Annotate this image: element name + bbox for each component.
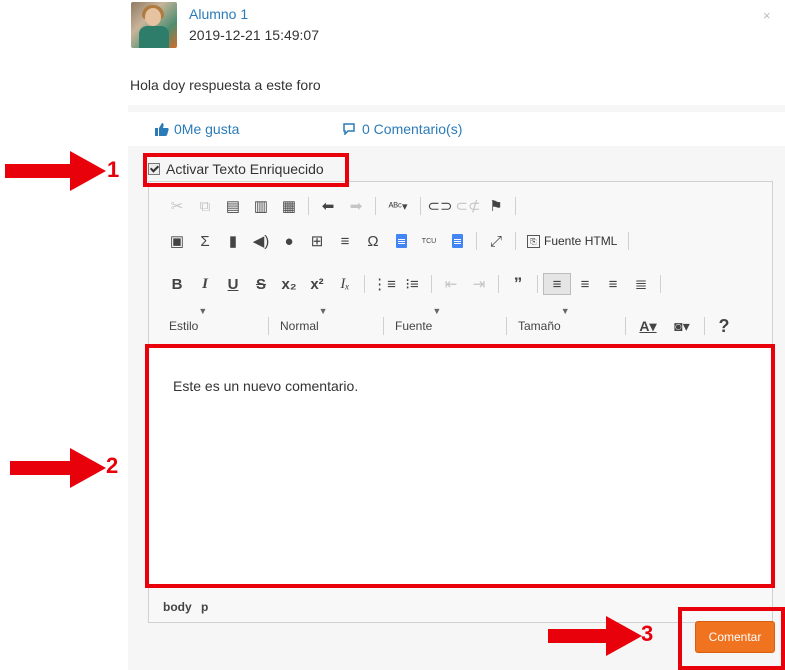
background-color-icon[interactable]: ◙▾: [665, 315, 699, 337]
math-sigma-icon[interactable]: Σ: [191, 230, 219, 252]
paste-word-icon[interactable]: ▦: [275, 195, 303, 217]
spellcheck-icon[interactable]: ᴬᴮᶜ▾: [381, 195, 415, 217]
annotation-number-2: 2: [106, 453, 119, 478]
tcu-icon[interactable]: TCU: [415, 230, 443, 252]
arrow-3-icon: [548, 616, 642, 656]
copy-icon[interactable]: ⧉: [191, 195, 219, 217]
align-right-icon[interactable]: ≡: [599, 273, 627, 295]
outdent-icon[interactable]: ⇤: [437, 273, 465, 295]
toolbar-row-combos: Estilo ▼ Normal ▼ Fuente ▼ Tamaño ▼ A▾ ◙▾ ?: [163, 306, 738, 337]
annotation-box-1: [143, 153, 349, 187]
audio-icon[interactable]: ◀): [247, 230, 275, 252]
comments-label: 0 Comentario(s): [362, 121, 463, 137]
author-name[interactable]: Alumno 1: [189, 6, 248, 22]
font-label: Fuente: [395, 319, 433, 333]
chevron-down-icon: ▼: [432, 306, 442, 316]
format-label: Normal: [280, 319, 319, 333]
like-button[interactable]: 0Me gusta: [155, 121, 239, 137]
indent-icon[interactable]: ⇥: [465, 273, 493, 295]
annotation-box-2: [145, 344, 775, 588]
paste-text-icon[interactable]: ▥: [247, 195, 275, 217]
toolbar-row-clipboard: ✂ ⧉ ▤ ▥ ▦ ⬅ ➡ ᴬᴮᶜ▾ ⊂⊃ ⊂⊄ ⚑: [163, 195, 521, 217]
superscript-icon[interactable]: x²: [303, 273, 331, 295]
anchor-flag-icon[interactable]: ⚑: [482, 195, 510, 217]
chevron-down-icon: ▼: [198, 306, 208, 316]
strikethrough-icon[interactable]: S: [247, 273, 275, 295]
format-dropdown[interactable]: Normal ▼: [274, 306, 378, 346]
like-label: 0Me gusta: [174, 121, 240, 137]
post-date: 2019-12-21 15:49:07: [189, 27, 319, 43]
table-icon[interactable]: ⊞: [303, 230, 331, 252]
thumbs-up-icon: [155, 123, 169, 136]
size-label: Tamaño: [518, 319, 561, 333]
annotation-number-1: 1: [107, 157, 120, 182]
align-left-icon[interactable]: ≡: [543, 273, 571, 295]
help-icon[interactable]: ?: [710, 315, 738, 337]
close-icon[interactable]: ×: [763, 8, 771, 23]
special-char-omega-icon[interactable]: Ω: [359, 230, 387, 252]
source-html-button[interactable]: ⎘ Fuente HTML: [521, 234, 623, 248]
style-label: Estilo: [169, 319, 199, 333]
annotation-box-3: [678, 607, 785, 670]
arrow-1-icon: [5, 151, 106, 191]
text-color-icon[interactable]: A▾: [631, 315, 665, 337]
chevron-down-icon: ▼: [318, 306, 328, 316]
redo-icon[interactable]: ➡: [342, 195, 370, 217]
element-path: body p: [163, 600, 209, 614]
numbered-list-icon[interactable]: ⋮≡: [370, 273, 398, 295]
video-icon[interactable]: ▮: [219, 230, 247, 252]
maximize-icon[interactable]: ⤢: [482, 230, 510, 252]
comments-link[interactable]: 0 Comentario(s): [343, 121, 462, 137]
remove-format-icon[interactable]: Iₓ: [331, 273, 359, 295]
align-justify-icon[interactable]: ≣: [627, 273, 655, 295]
toolbar-row-format: B I U S x₂ x² Iₓ ⋮≡ ⁝≡ ⇤ ⇥ ” ≡ ≡ ≡ ≣: [163, 273, 666, 295]
align-center-icon[interactable]: ≡: [571, 273, 599, 295]
google-doc-icon[interactable]: [387, 230, 415, 252]
avatar: [131, 2, 177, 48]
toolbar-row-insert: ▣ Σ ▮ ◀) ● ⊞ ≡ Ω TCU ⤢ ⎘ Fuente HTML: [163, 230, 634, 252]
image-icon[interactable]: ▣: [163, 230, 191, 252]
bulleted-list-icon[interactable]: ⁝≡: [398, 273, 426, 295]
arrow-2-icon: [10, 448, 106, 488]
undo-icon[interactable]: ⬅: [314, 195, 342, 217]
comment-bubble-icon: [343, 123, 355, 136]
google-doc-2-icon[interactable]: [443, 230, 471, 252]
style-dropdown[interactable]: Estilo ▼: [163, 306, 263, 346]
blockquote-icon[interactable]: ”: [504, 273, 532, 295]
source-html-label: Fuente HTML: [544, 234, 618, 248]
paste-icon[interactable]: ▤: [219, 195, 247, 217]
annotation-number-3: 3: [641, 621, 654, 646]
underline-icon[interactable]: U: [219, 273, 247, 295]
link-icon[interactable]: ⊂⊃: [426, 195, 454, 217]
horizontal-rule-icon[interactable]: ≡: [331, 230, 359, 252]
flash-icon[interactable]: ●: [275, 230, 303, 252]
bold-icon[interactable]: B: [163, 273, 191, 295]
italic-icon[interactable]: I: [191, 273, 219, 295]
post-body: Hola doy respuesta a este foro: [130, 77, 321, 93]
size-dropdown[interactable]: Tamaño ▼: [512, 306, 620, 346]
chevron-down-icon: ▼: [560, 306, 570, 316]
cut-icon[interactable]: ✂: [163, 195, 191, 217]
subscript-icon[interactable]: x₂: [275, 273, 303, 295]
font-dropdown[interactable]: Fuente ▼: [389, 306, 501, 346]
source-icon: ⎘: [527, 234, 540, 248]
unlink-icon[interactable]: ⊂⊄: [454, 195, 482, 217]
